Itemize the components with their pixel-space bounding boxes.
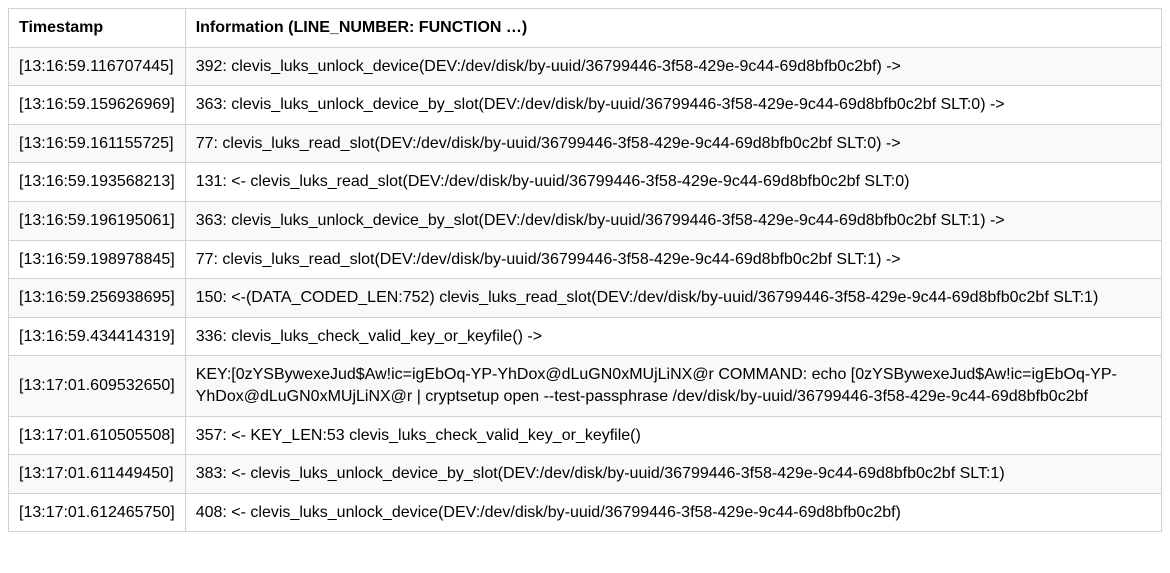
- timestamp-cell: [13:17:01.610505508]: [9, 416, 186, 455]
- table-row: [13:16:59.198978845]77: clevis_luks_read…: [9, 240, 1162, 279]
- table-row: [13:16:59.256938695]150: <-(DATA_CODED_L…: [9, 279, 1162, 318]
- information-cell: 336: clevis_luks_check_valid_key_or_keyf…: [185, 317, 1161, 356]
- timestamp-cell: [13:17:01.611449450]: [9, 455, 186, 494]
- timestamp-cell: [13:17:01.609532650]: [9, 356, 186, 416]
- information-cell: 131: <- clevis_luks_read_slot(DEV:/dev/d…: [185, 163, 1161, 202]
- table-row: [13:16:59.193568213]131: <- clevis_luks_…: [9, 163, 1162, 202]
- timestamp-cell: [13:16:59.256938695]: [9, 279, 186, 318]
- timestamp-cell: [13:16:59.198978845]: [9, 240, 186, 279]
- log-table: Timestamp Information (LINE_NUMBER: FUNC…: [8, 8, 1162, 532]
- table-row: [13:16:59.116707445]392: clevis_luks_unl…: [9, 47, 1162, 86]
- information-cell: 408: <- clevis_luks_unlock_device(DEV:/d…: [185, 493, 1161, 532]
- information-cell: 77: clevis_luks_read_slot(DEV:/dev/disk/…: [185, 240, 1161, 279]
- timestamp-cell: [13:16:59.196195061]: [9, 201, 186, 240]
- information-cell: 363: clevis_luks_unlock_device_by_slot(D…: [185, 201, 1161, 240]
- timestamp-cell: [13:16:59.161155725]: [9, 124, 186, 163]
- information-cell: 150: <-(DATA_CODED_LEN:752) clevis_luks_…: [185, 279, 1161, 318]
- information-cell: KEY:[0zYSBywexeJud$Aw!ic=igEbOq-YP-YhDox…: [185, 356, 1161, 416]
- information-cell: 357: <- KEY_LEN:53 clevis_luks_check_val…: [185, 416, 1161, 455]
- column-header-information: Information (LINE_NUMBER: FUNCTION …): [185, 9, 1161, 48]
- table-row: [13:17:01.612465750]408: <- clevis_luks_…: [9, 493, 1162, 532]
- table-row: [13:17:01.609532650]KEY:[0zYSBywexeJud$A…: [9, 356, 1162, 416]
- table-row: [13:16:59.159626969]363: clevis_luks_unl…: [9, 86, 1162, 125]
- timestamp-cell: [13:16:59.434414319]: [9, 317, 186, 356]
- column-header-timestamp: Timestamp: [9, 9, 186, 48]
- table-header-row: Timestamp Information (LINE_NUMBER: FUNC…: [9, 9, 1162, 48]
- table-row: [13:16:59.434414319]336: clevis_luks_che…: [9, 317, 1162, 356]
- information-cell: 77: clevis_luks_read_slot(DEV:/dev/disk/…: [185, 124, 1161, 163]
- timestamp-cell: [13:16:59.193568213]: [9, 163, 186, 202]
- table-row: [13:17:01.610505508]357: <- KEY_LEN:53 c…: [9, 416, 1162, 455]
- information-cell: 363: clevis_luks_unlock_device_by_slot(D…: [185, 86, 1161, 125]
- timestamp-cell: [13:17:01.612465750]: [9, 493, 186, 532]
- timestamp-cell: [13:16:59.116707445]: [9, 47, 186, 86]
- information-cell: 383: <- clevis_luks_unlock_device_by_slo…: [185, 455, 1161, 494]
- table-row: [13:16:59.196195061]363: clevis_luks_unl…: [9, 201, 1162, 240]
- table-row: [13:17:01.611449450]383: <- clevis_luks_…: [9, 455, 1162, 494]
- table-row: [13:16:59.161155725]77: clevis_luks_read…: [9, 124, 1162, 163]
- timestamp-cell: [13:16:59.159626969]: [9, 86, 186, 125]
- information-cell: 392: clevis_luks_unlock_device(DEV:/dev/…: [185, 47, 1161, 86]
